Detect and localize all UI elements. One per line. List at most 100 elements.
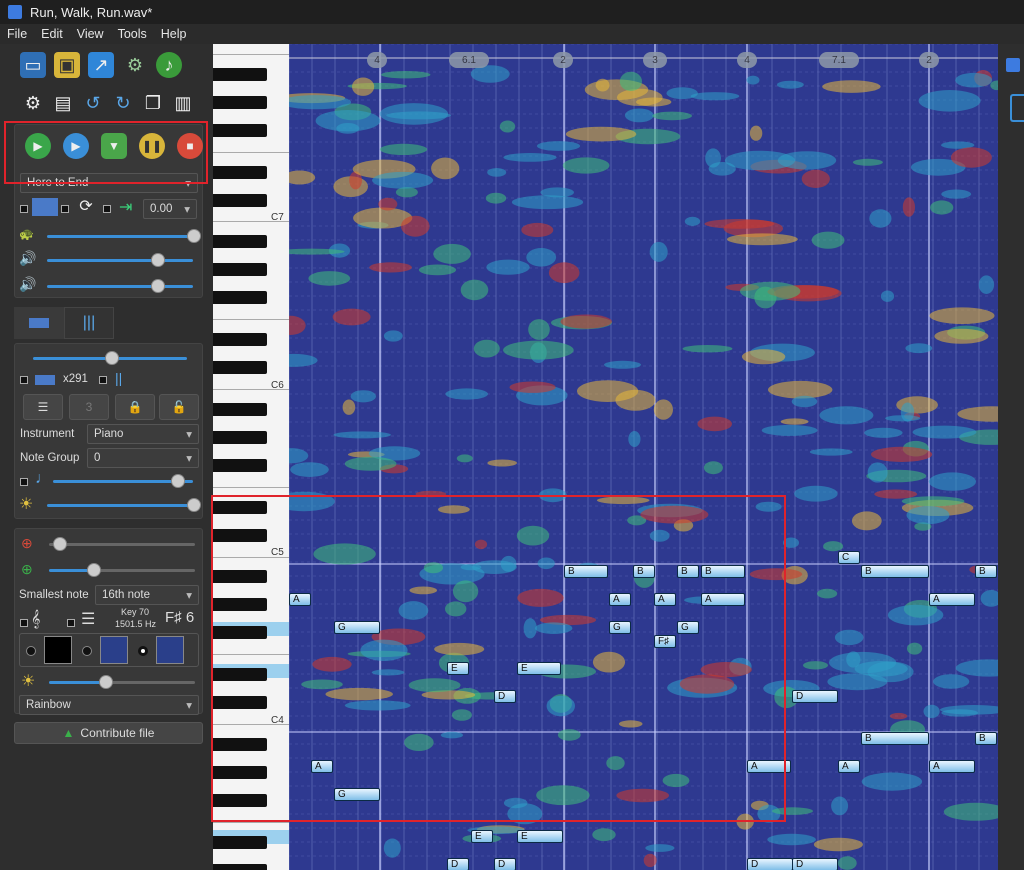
black-key[interactable] <box>213 696 267 710</box>
black-key[interactable] <box>213 738 267 751</box>
staff-checkbox[interactable] <box>20 619 28 627</box>
note-block[interactable]: D <box>792 858 838 870</box>
black-key[interactable] <box>213 835 267 849</box>
bg-radio-spectrum[interactable] <box>138 646 148 656</box>
play-selection-icon[interactable]: ▶ <box>63 133 89 159</box>
tempo-slider[interactable] <box>47 229 201 243</box>
note-block[interactable]: A <box>289 593 311 606</box>
note-length-slider[interactable] <box>53 474 193 488</box>
bg-wave-swatch[interactable] <box>100 636 128 664</box>
pause-icon[interactable]: ❚❚ <box>139 133 165 159</box>
bg-black-swatch[interactable] <box>44 636 72 664</box>
copy-icon[interactable]: ❐ <box>140 90 166 116</box>
black-key[interactable] <box>213 263 267 277</box>
note-volume-slider[interactable] <box>47 279 193 293</box>
note-block[interactable]: B <box>861 565 929 578</box>
black-key[interactable] <box>213 123 267 137</box>
note-block[interactable]: B <box>861 732 929 745</box>
black-key[interactable] <box>213 528 267 542</box>
black-key[interactable] <box>213 165 267 179</box>
menu-edit[interactable]: Edit <box>34 27 70 41</box>
note-block[interactable]: F♯ <box>654 635 676 648</box>
paste-icon[interactable]: ▥ <box>170 90 196 116</box>
black-key[interactable] <box>213 333 267 347</box>
note-block[interactable]: G <box>677 621 699 634</box>
bg-radio-black[interactable] <box>26 646 36 656</box>
redo-icon[interactable]: ↻ <box>110 90 136 116</box>
metronome-checkbox[interactable] <box>20 205 28 213</box>
note-block[interactable]: A <box>311 760 333 773</box>
loop-icon[interactable]: ⟳ <box>75 195 97 217</box>
note-length-checkbox[interactable] <box>20 478 28 486</box>
note-block[interactable]: E <box>517 662 561 675</box>
piano-keyboard[interactable]: C7 C6 C5 C4 <box>213 44 289 870</box>
offset-spinbox[interactable]: 0.00 <box>143 199 197 219</box>
stop-icon[interactable]: ■ <box>177 133 203 159</box>
black-key[interactable] <box>213 626 267 640</box>
note-block[interactable]: B <box>975 565 997 578</box>
note-block[interactable]: A <box>929 760 975 773</box>
note-block[interactable]: E <box>517 830 563 843</box>
zoom-slider[interactable] <box>33 351 187 365</box>
black-key[interactable] <box>213 458 267 472</box>
note-block[interactable]: D <box>792 690 838 703</box>
bg-radio-wave[interactable] <box>82 646 92 656</box>
play-icon[interactable]: ▶ <box>25 133 51 159</box>
black-key[interactable] <box>213 402 267 416</box>
unlock-icon[interactable]: 🔓 <box>159 394 199 420</box>
panel-tab[interactable] <box>1010 94 1024 122</box>
tuner-icon[interactable]: ♪ <box>156 52 182 78</box>
note-block[interactable]: G <box>609 621 631 634</box>
note-block[interactable]: E <box>447 662 469 675</box>
contribute-button[interactable]: ▲ Contribute file <box>14 722 203 744</box>
note-block[interactable]: A <box>838 760 860 773</box>
colormap-select[interactable]: Rainbow <box>19 695 199 715</box>
note-block[interactable]: D <box>494 690 516 703</box>
note-block[interactable]: D <box>447 858 469 870</box>
waveform-checkbox[interactable] <box>61 205 69 213</box>
black-key[interactable] <box>213 500 267 514</box>
black-key[interactable] <box>213 193 267 207</box>
lock-icon[interactable]: 🔒 <box>115 394 155 420</box>
black-key[interactable] <box>213 570 267 584</box>
save-icon[interactable]: ▣ <box>54 52 80 78</box>
note-block[interactable]: A <box>929 593 975 606</box>
midi-settings-icon[interactable]: ⚙ <box>122 52 148 78</box>
folder-icon[interactable]: ▭ <box>20 52 46 78</box>
black-key[interactable] <box>213 235 267 249</box>
play-mode-select[interactable]: Here to End <box>20 173 198 193</box>
black-key[interactable] <box>213 668 267 682</box>
note-block[interactable]: B <box>975 732 997 745</box>
note-block[interactable]: B <box>633 565 655 578</box>
note-block[interactable]: A <box>654 593 676 606</box>
print-icon[interactable]: ▤ <box>50 90 76 116</box>
volume-slider[interactable] <box>47 253 193 267</box>
black-key[interactable] <box>213 598 267 612</box>
note-block[interactable]: E <box>471 830 493 843</box>
menu-file[interactable]: File <box>0 27 34 41</box>
note-block[interactable]: G <box>334 621 380 634</box>
black-key[interactable] <box>213 430 267 444</box>
loop-checkbox[interactable] <box>103 205 111 213</box>
gear-icon[interactable]: ⚙ <box>20 90 46 116</box>
cursor-checkbox[interactable] <box>67 619 75 627</box>
vertical-zoom-slider[interactable] <box>49 537 195 551</box>
note-group-select[interactable]: 0 <box>87 448 199 468</box>
menu-tools[interactable]: Tools <box>111 27 154 41</box>
horizontal-zoom-slider[interactable] <box>49 563 195 577</box>
black-key[interactable] <box>213 95 267 109</box>
note-block[interactable]: A <box>701 593 745 606</box>
note-block[interactable]: C <box>838 551 860 564</box>
triplet-button[interactable]: 3 <box>69 394 109 420</box>
piano-roll[interactable]: 4 6.1 2 3 4 7.1 2 B B B B C B B A A A A A G G G F♯ E E D D B… <box>289 44 998 870</box>
note-block[interactable]: B <box>564 565 608 578</box>
tab-notes[interactable] <box>14 307 64 339</box>
note-block[interactable]: D <box>494 858 516 870</box>
menu-help[interactable]: Help <box>154 27 194 41</box>
smallest-note-select[interactable]: 16th note <box>95 585 199 605</box>
play-from-icon[interactable]: ▼ <box>101 133 127 159</box>
instrument-select[interactable]: Piano <box>87 424 199 444</box>
black-key[interactable] <box>213 361 267 375</box>
tab-bars[interactable]: ||| <box>64 307 114 339</box>
note-block[interactable]: B <box>677 565 699 578</box>
